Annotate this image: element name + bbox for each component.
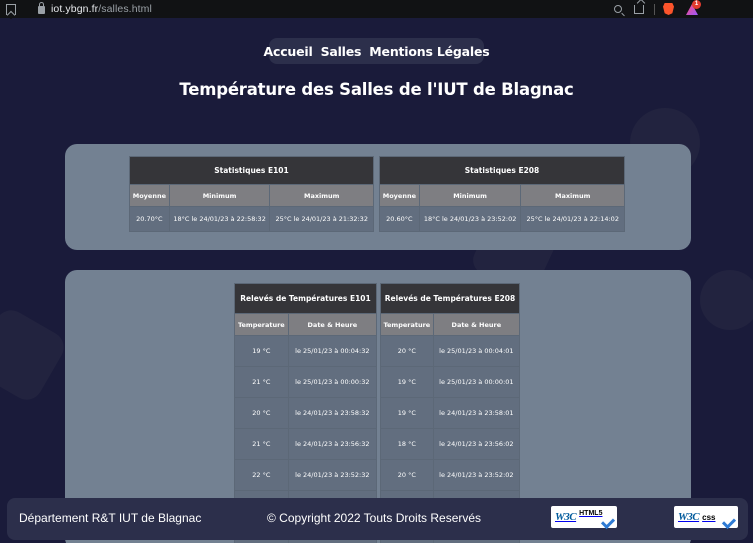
table-row: 19 °C le 25/01/23 à 00:00:01 [380, 366, 521, 398]
nav-salles[interactable]: Salles [321, 44, 362, 59]
temperature-cell: 20 °C [380, 459, 434, 491]
date-cell: le 25/01/23 à 00:00:01 [432, 366, 521, 398]
temperature-cell: 19 °C [380, 366, 434, 398]
w3c-logo: W3C [555, 511, 577, 523]
date-cell: le 25/01/23 à 00:04:32 [287, 335, 378, 367]
background-shape [700, 270, 753, 330]
toolbar-divider [654, 3, 655, 15]
zoom-icon[interactable] [614, 5, 622, 13]
header-moyenne: Moyenne [379, 184, 420, 207]
lock-icon[interactable] [38, 2, 45, 14]
temperature-cell: 19 °C [234, 335, 289, 367]
header-minimum: Minimum [168, 184, 271, 207]
date-cell: le 24/01/23 à 23:56:02 [432, 428, 521, 460]
date-cell: le 25/01/23 à 00:00:32 [287, 366, 378, 398]
header-temperature: Temperature [234, 313, 289, 336]
footer-copyright: © Copyright 2022 Touts Droits Reservés [267, 511, 482, 525]
stats-title: Statistiques E208 [379, 156, 625, 185]
temperature-cell: 18 °C [380, 428, 434, 460]
date-cell: le 24/01/23 à 23:52:02 [432, 459, 521, 491]
date-cell: le 24/01/23 à 23:56:32 [287, 428, 378, 460]
nav-accueil[interactable]: Accueil [264, 44, 313, 59]
footer-department: Département R&T IUT de Blagnac [19, 511, 202, 525]
table-row: 20 °C le 24/01/23 à 23:58:32 [234, 397, 378, 429]
temperature-cell: 21 °C [234, 428, 289, 460]
temperature-cell: 22 °C [234, 459, 289, 491]
temperature-cell: 20 °C [380, 335, 434, 367]
background-shape [0, 304, 70, 406]
brave-rewards-icon[interactable]: 1 [686, 0, 701, 15]
url-domain: iot.ybgn.fr [51, 3, 99, 15]
stats-table-e208: Statistiques E208 Moyenne Minimum Maximu… [379, 156, 625, 232]
table-row: 22 °C le 24/01/23 à 23:52:32 [234, 459, 378, 491]
table-row: 20 °C le 25/01/23 à 00:04:01 [380, 335, 521, 367]
temperature-cell: 21 °C [234, 366, 289, 398]
table-row: 20 °C le 24/01/23 à 23:52:02 [380, 459, 521, 491]
checkmark-icon [600, 514, 616, 530]
table-row: 21 °C le 25/01/23 à 00:00:32 [234, 366, 378, 398]
browser-toolbar: iot.ybgn.fr/salles.html 1 [0, 0, 753, 18]
checkmark-icon [721, 514, 737, 530]
date-cell: le 24/01/23 à 23:58:32 [287, 397, 378, 429]
header-temperature: Temperature [380, 313, 434, 336]
table-row: 19 °C le 24/01/23 à 23:58:01 [380, 397, 521, 429]
w3c-html5-badge[interactable]: W3C HTML5 [551, 506, 617, 530]
bookmark-icon[interactable] [6, 3, 16, 15]
footer: Département R&T IUT de Blagnac © Copyrig… [7, 498, 748, 540]
w3c-logo: W3C [678, 511, 700, 523]
header-maximum: Maximum [520, 184, 625, 207]
temperature-cell: 19 °C [380, 397, 434, 429]
stat-moyenne: 20.70°C [129, 206, 170, 232]
stat-minimum: 18°C le 24/01/23 à 22:58:32 [168, 206, 271, 232]
brave-shields-icon[interactable] [663, 3, 674, 15]
stats-title: Statistiques E101 [129, 156, 374, 185]
html5-label: HTML5 [579, 509, 603, 517]
readings-title: Relevés de Températures E101 [234, 283, 377, 314]
w3c-css-badge[interactable]: W3C css [674, 506, 738, 530]
address-bar[interactable]: iot.ybgn.fr/salles.html [51, 3, 152, 15]
header-minimum: Minimum [418, 184, 522, 207]
url-path: /salles.html [98, 3, 152, 15]
date-cell: le 25/01/23 à 00:04:01 [432, 335, 521, 367]
stats-panel: Statistiques E101 Moyenne Minimum Maximu… [65, 144, 691, 250]
header-maximum: Maximum [269, 184, 374, 207]
rewards-badge: 1 [692, 0, 701, 9]
header-moyenne: Moyenne [129, 184, 170, 207]
table-row: 18 °C le 24/01/23 à 23:56:02 [380, 428, 521, 460]
css-label: css [702, 512, 716, 522]
temperature-cell: 20 °C [234, 397, 289, 429]
main-nav: Accueil Salles Mentions Légales [264, 38, 490, 64]
table-row: 19 °C le 25/01/23 à 00:04:32 [234, 335, 378, 367]
nav-mentions-legales[interactable]: Mentions Légales [369, 44, 489, 59]
date-cell: le 24/01/23 à 23:58:01 [432, 397, 521, 429]
stats-table-e101: Statistiques E101 Moyenne Minimum Maximu… [129, 156, 374, 232]
share-icon[interactable] [634, 4, 644, 14]
stat-minimum: 18°C le 24/01/23 à 23:52:02 [418, 206, 522, 232]
table-row: 21 °C le 24/01/23 à 23:56:32 [234, 428, 378, 460]
header-date-heure: Date & Heure [287, 313, 378, 336]
date-cell: le 24/01/23 à 23:52:32 [287, 459, 378, 491]
readings-title: Relevés de Températures E208 [380, 283, 520, 314]
header-date-heure: Date & Heure [432, 313, 521, 336]
stat-maximum: 25°C le 24/01/23 à 22:14:02 [520, 206, 625, 232]
stat-moyenne: 20.60°C [379, 206, 420, 232]
page-title: Température des Salles de l'IUT de Blagn… [179, 80, 574, 99]
stat-maximum: 25°C le 24/01/23 à 21:32:32 [269, 206, 374, 232]
